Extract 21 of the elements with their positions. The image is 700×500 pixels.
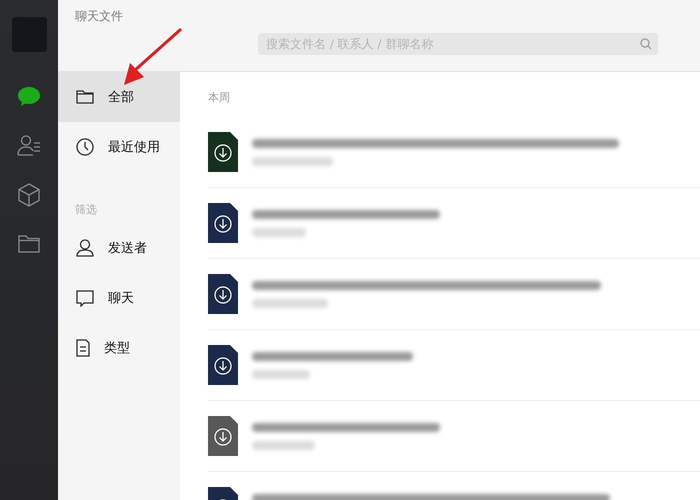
person-icon <box>76 239 94 257</box>
clock-icon <box>76 138 94 156</box>
cube-icon[interactable] <box>18 182 40 206</box>
nav-item[interactable]: 最近使用 <box>58 122 180 172</box>
chat-icon[interactable] <box>17 86 41 108</box>
blurred-file-details <box>252 370 310 378</box>
folder-icon[interactable] <box>18 234 40 252</box>
nav-item[interactable]: 类型 <box>58 323 180 373</box>
nav-item[interactable]: 全部 <box>58 72 180 122</box>
document-icon <box>76 339 90 357</box>
nav-item[interactable]: 发送者 <box>58 223 180 273</box>
search-icon <box>640 38 652 50</box>
filter-heading: 筛选 <box>74 202 98 217</box>
window-title: 聊天文件 <box>75 8 124 25</box>
nav-item[interactable]: 聊天 <box>58 273 180 323</box>
folder-icon <box>76 90 94 104</box>
section-heading: 本周 <box>208 90 231 105</box>
chat-bubble-icon <box>76 290 94 306</box>
blurred-file-details <box>252 440 315 450</box>
contacts-icon[interactable] <box>17 134 41 156</box>
blurred-file-details <box>252 228 306 236</box>
